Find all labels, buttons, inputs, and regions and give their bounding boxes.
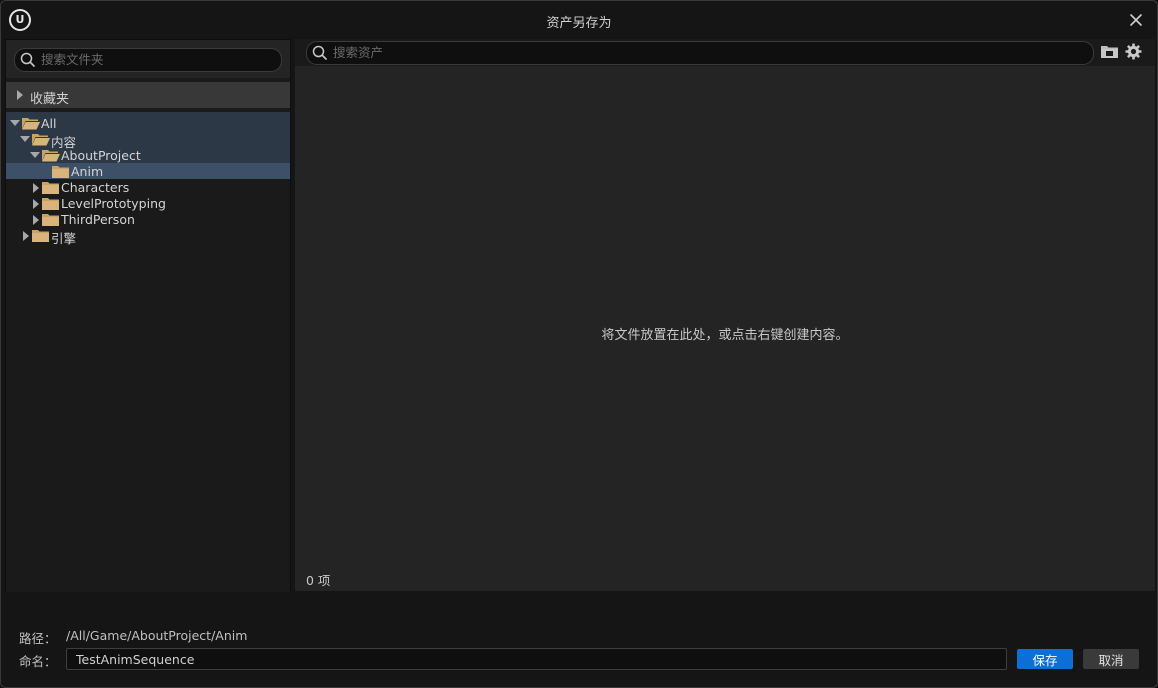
folder-pane: 收藏夹 All 内容 AboutProject: [5, 39, 291, 593]
folder-icon: [42, 198, 59, 210]
tree-item-label: ThirdPerson: [61, 212, 135, 227]
tree-item-label: 引擎: [51, 231, 77, 246]
folder-search-box[interactable]: [14, 48, 282, 72]
tree-item-label: All: [41, 116, 57, 131]
folder-icon: [32, 230, 49, 242]
expand-arrow-icon: [33, 183, 39, 193]
close-icon: [1130, 14, 1142, 26]
asset-name-input[interactable]: [66, 648, 1007, 670]
folder-search-bar: [6, 40, 290, 78]
close-button[interactable]: [1125, 9, 1147, 31]
tree-item-content[interactable]: 内容: [6, 131, 290, 150]
tree-item-label: Characters: [61, 180, 130, 195]
folder-icon: [52, 166, 69, 178]
settings-gear-icon[interactable]: [1125, 43, 1142, 60]
asset-search-box[interactable]: [306, 41, 1094, 65]
expand-arrow-icon: [17, 90, 23, 100]
expand-arrow-icon: [33, 199, 39, 209]
save-options-bar: 路径： /All/Game/AboutProject/Anim 命名： 保存 取…: [1, 592, 1157, 687]
folder-open-icon: [22, 118, 40, 130]
tree-item-engine[interactable]: 引擎: [6, 227, 290, 246]
expand-arrow-icon: [23, 231, 29, 241]
tree-item-label: AboutProject: [61, 148, 141, 163]
tree-item-thirdperson[interactable]: ThirdPerson: [6, 211, 290, 227]
item-count: 0 项: [306, 573, 331, 588]
search-icon: [312, 45, 327, 60]
tree-item-label: Anim: [71, 164, 104, 179]
folder-search-input[interactable]: [41, 50, 271, 68]
tree-item-aboutproject[interactable]: AboutProject: [6, 147, 290, 163]
folder-icon: [42, 182, 59, 194]
folder-open-icon: [32, 134, 50, 146]
folder-tree: All 内容 AboutProject Anim Characters Leve…: [6, 112, 290, 246]
tree-item-levelprototyping[interactable]: LevelPrototyping: [6, 195, 290, 211]
empty-drop-message: 将文件放置在此处，或点击右键创建内容。: [601, 328, 849, 343]
tree-item-anim[interactable]: Anim: [6, 163, 290, 179]
tree-item-characters[interactable]: Characters: [6, 179, 290, 195]
path-label: 路径：: [19, 631, 57, 646]
folder-open-icon: [42, 150, 60, 162]
favorites-header[interactable]: 收藏夹: [6, 82, 290, 108]
asset-toolbar: [295, 39, 1155, 66]
tree-item-all[interactable]: All: [6, 115, 290, 131]
name-label: 命名：: [19, 654, 57, 669]
title-bar: U 资产另存为: [1, 1, 1157, 39]
collapse-arrow-icon: [20, 136, 30, 142]
collapse-arrow-icon: [10, 120, 20, 126]
folder-icon: [42, 214, 59, 226]
collapse-arrow-icon: [30, 152, 40, 158]
save-asset-dialog: U 资产另存为 收藏夹: [0, 0, 1158, 688]
asset-search-input[interactable]: [333, 43, 1083, 61]
search-icon: [20, 52, 35, 67]
cancel-button[interactable]: 取消: [1083, 649, 1139, 669]
save-button[interactable]: 保存: [1017, 649, 1073, 669]
favorites-label: 收藏夹: [30, 92, 70, 107]
folder-filter-icon[interactable]: [1101, 45, 1118, 59]
asset-view-pane: 将文件放置在此处，或点击右键创建内容。 0 项: [295, 39, 1155, 591]
dialog-title: 资产另存为: [546, 16, 612, 31]
tree-item-label: LevelPrototyping: [61, 196, 166, 211]
path-value: /All/Game/AboutProject/Anim: [66, 628, 248, 643]
expand-arrow-icon: [33, 215, 39, 225]
